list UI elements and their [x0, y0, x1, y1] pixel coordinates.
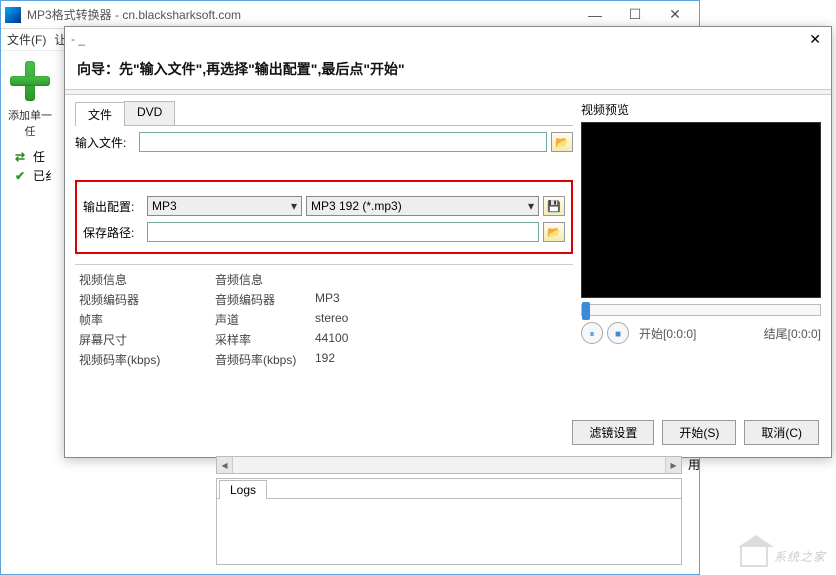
- main-titlebar: MP3格式转换器 - cn.blacksharksoft.com — ☐ ✕: [1, 1, 699, 29]
- save-icon: [547, 199, 561, 213]
- save-path-field[interactable]: [147, 222, 539, 242]
- watermark: 系统之家: [740, 545, 826, 567]
- video-preview: [581, 122, 821, 298]
- output-format-select[interactable]: MP3: [147, 196, 302, 216]
- dialog-title: - _: [71, 32, 85, 46]
- timeline-slider[interactable]: [581, 304, 821, 316]
- chevron-down-icon: [291, 199, 297, 213]
- media-info: 视频信息 视频编码器 帧率 屏幕尺寸 视频码率(kbps) 音频信息 音频编码器…: [75, 264, 573, 374]
- arrows-icon: [15, 150, 29, 164]
- playback-controls: 开始[0:0:0] 结尾[0:0:0]: [581, 322, 821, 344]
- stop-button[interactable]: [607, 322, 629, 344]
- cancel-button[interactable]: 取消(C): [744, 420, 819, 445]
- end-time-label: 结尾[0:0:0]: [764, 325, 821, 342]
- app-icon: [5, 7, 21, 23]
- logs-panel: Logs: [216, 478, 682, 565]
- maximize-button[interactable]: ☐: [615, 6, 655, 23]
- stray-text: 用: [688, 456, 700, 473]
- dialog-close-icon[interactable]: ✕: [805, 31, 825, 48]
- input-file-label: 输入文件:: [75, 134, 135, 151]
- pause-button[interactable]: [581, 322, 603, 344]
- start-button[interactable]: 开始(S): [662, 420, 736, 445]
- input-tabs: 文件 DVD: [75, 101, 573, 126]
- menu-file[interactable]: 文件(F): [7, 31, 46, 48]
- start-time-label: 开始[0:0:0]: [639, 325, 696, 342]
- preview-label: 视频预览: [581, 101, 821, 118]
- pause-icon: [590, 326, 595, 340]
- video-info: 视频信息 视频编码器 帧率 屏幕尺寸 视频码率(kbps): [79, 271, 175, 368]
- output-profile-select[interactable]: MP3 192 (*.mp3): [306, 196, 539, 216]
- tab-file[interactable]: 文件: [75, 102, 125, 126]
- add-task-icon[interactable]: [8, 59, 52, 103]
- add-task-label: 添加单一任: [5, 107, 55, 139]
- dialog-titlebar: - _ ✕: [65, 27, 831, 51]
- stop-icon: [615, 326, 621, 340]
- main-title: MP3格式转换器 - cn.blacksharksoft.com: [27, 6, 575, 23]
- output-config-label: 输出配置:: [83, 198, 143, 215]
- tree-item-task[interactable]: 任: [3, 147, 57, 166]
- chevron-down-icon: [528, 199, 534, 213]
- folder-open-icon: [555, 135, 569, 149]
- browse-save-button[interactable]: [543, 222, 565, 242]
- timeline-thumb[interactable]: [582, 302, 590, 320]
- tab-dvd[interactable]: DVD: [124, 101, 175, 125]
- bottom-area: ◂ ▸ Logs: [216, 456, 682, 565]
- tree-item-done[interactable]: 已纟: [3, 166, 57, 185]
- main-toolbar: 添加单一任: [1, 51, 59, 143]
- filter-settings-button[interactable]: 滤镜设置: [572, 420, 654, 445]
- close-button[interactable]: ✕: [655, 6, 695, 23]
- input-file-field[interactable]: [139, 132, 547, 152]
- save-profile-button[interactable]: [543, 196, 565, 216]
- check-icon: [15, 169, 29, 183]
- horizontal-scrollbar[interactable]: ◂ ▸: [216, 456, 682, 474]
- logs-body: [217, 498, 681, 564]
- wizard-dialog: - _ ✕ 向导：先"输入文件",再选择"输出配置",最后点"开始" 文件 DV…: [64, 26, 832, 458]
- wizard-heading: 向导：先"输入文件",再选择"输出配置",最后点"开始": [65, 51, 831, 89]
- output-highlight-box: 输出配置: MP3 MP3 192 (*.mp3) 保存路径:: [75, 180, 573, 254]
- dialog-footer: 滤镜设置 开始(S) 取消(C): [65, 410, 831, 457]
- logs-tab[interactable]: Logs: [219, 480, 267, 499]
- scroll-right-icon[interactable]: ▸: [665, 457, 681, 473]
- folder-open-icon: [547, 225, 561, 239]
- house-icon: [740, 545, 768, 567]
- minimize-button[interactable]: —: [575, 7, 615, 23]
- scroll-left-icon[interactable]: ◂: [217, 457, 233, 473]
- audio-info: 音频信息 音频编码器MP3 声道stereo 采样率44100 音频码率(kbp…: [215, 271, 348, 368]
- task-tree: 任 已纟: [1, 143, 59, 189]
- save-path-label: 保存路径:: [83, 224, 143, 241]
- browse-input-button[interactable]: [551, 132, 573, 152]
